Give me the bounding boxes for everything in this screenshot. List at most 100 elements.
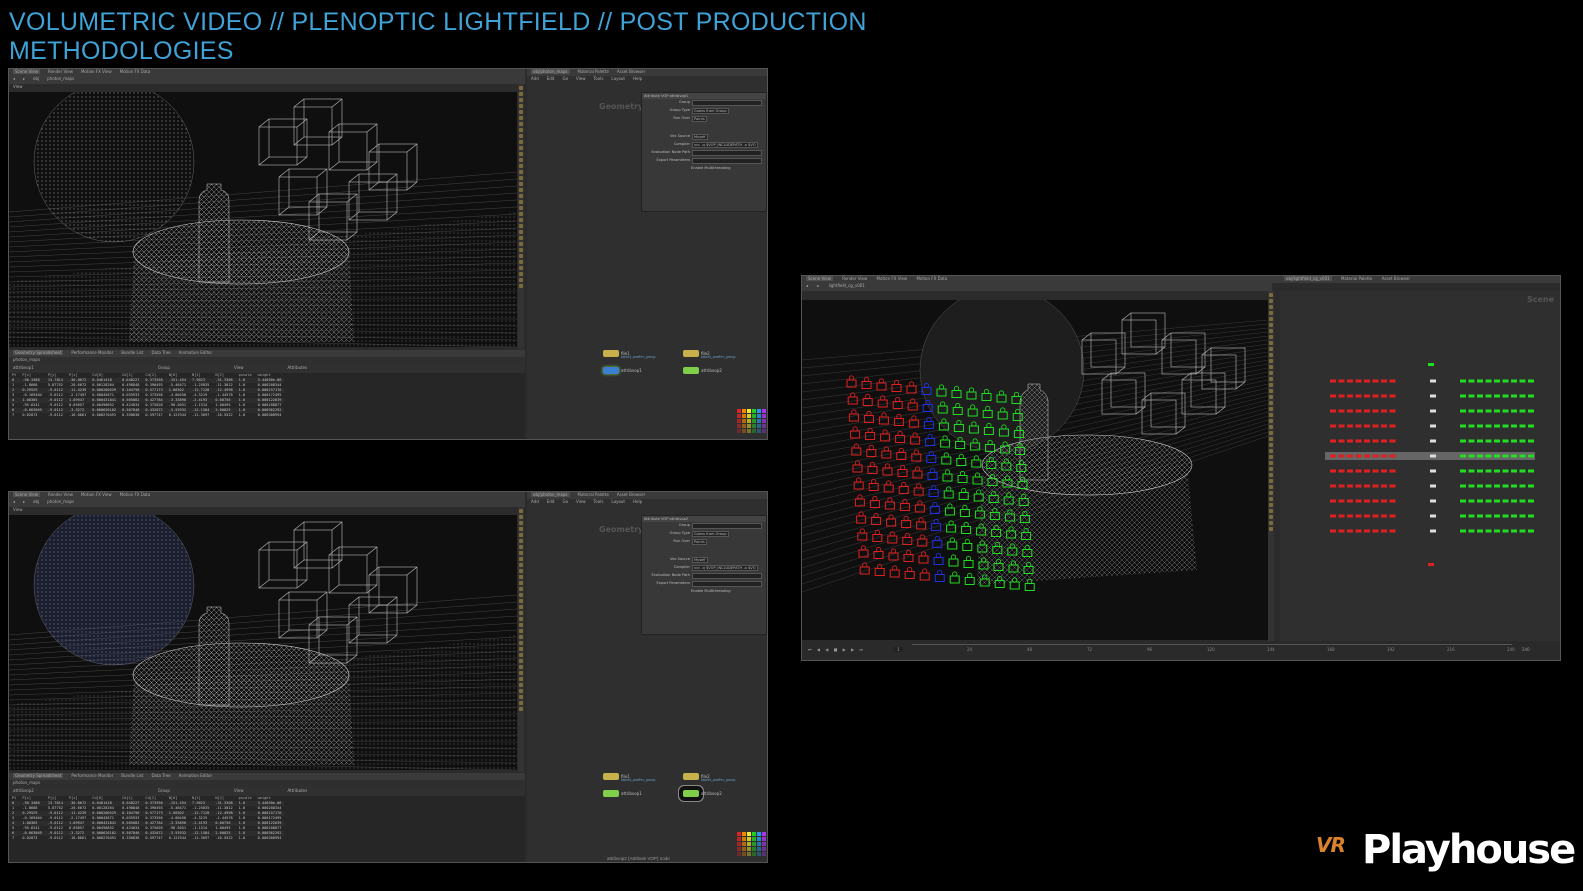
tool-icon[interactable] (519, 599, 523, 603)
palette-swatch[interactable] (762, 842, 766, 846)
tool-icon[interactable] (519, 527, 523, 531)
palette-swatch[interactable] (752, 409, 756, 413)
table-row[interactable]: 7 0.02073 -9.0112 -16.0661 0.000270491 0.3508… (9, 413, 284, 418)
palette-swatch[interactable] (752, 419, 756, 423)
tool-icon[interactable] (519, 206, 523, 210)
tool-icon[interactable] (519, 212, 523, 216)
scene-viewport[interactable] (9, 515, 517, 770)
tool-icon[interactable] (1269, 377, 1273, 381)
tool-icon[interactable] (519, 188, 523, 192)
palette-swatch[interactable] (742, 429, 746, 433)
tab-material-palette[interactable]: Material Palette (1341, 276, 1372, 281)
node-file2[interactable]: file2 tablet_proffer_group (683, 350, 736, 359)
tool-icon[interactable] (519, 545, 523, 549)
forward-arrow-icon[interactable]: ▸ (23, 499, 25, 504)
current-frame[interactable]: 1 (894, 647, 903, 652)
scene-viewport[interactable] (9, 92, 517, 347)
palette-swatch[interactable] (742, 414, 746, 418)
tab-asset-browser[interactable]: Asset Browser (1382, 276, 1410, 281)
tool-icon[interactable] (519, 641, 523, 645)
tool-icon[interactable] (519, 689, 523, 693)
palette-swatch[interactable] (742, 847, 746, 851)
palette-swatch[interactable] (757, 429, 761, 433)
tool-icon[interactable] (1269, 497, 1273, 501)
tab-network[interactable]: obj/photon_maps (531, 492, 570, 497)
palette-swatch[interactable] (737, 414, 741, 418)
node-path-label[interactable]: photon_maps (47, 499, 74, 504)
tool-icon[interactable] (519, 581, 523, 585)
tool-icon[interactable] (519, 152, 523, 156)
tool-icon[interactable] (1269, 401, 1273, 405)
tab-performance-monitor[interactable]: Performance Monitor (71, 773, 113, 778)
tab-motion-fx-data[interactable]: Motion FX Data (120, 492, 151, 497)
scene-viewport[interactable] (802, 300, 1268, 640)
tool-icon[interactable] (1269, 353, 1273, 357)
palette-swatch[interactable] (752, 429, 756, 433)
palette-swatch[interactable] (752, 414, 756, 418)
tool-icon[interactable] (1269, 293, 1273, 297)
tool-icon[interactable] (519, 521, 523, 525)
palette-swatch[interactable] (742, 842, 746, 846)
node-attribvop2[interactable]: attribvop2 (683, 790, 722, 797)
tool-icon[interactable] (519, 200, 523, 204)
tab-scene-view[interactable]: Scene View (13, 69, 40, 74)
parameter-field[interactable]: Points (692, 116, 707, 122)
palette-swatch[interactable] (762, 837, 766, 841)
tab-motion-fx-view[interactable]: Motion FX View (81, 69, 112, 74)
palette-swatch[interactable] (752, 424, 756, 428)
palette-swatch[interactable] (737, 847, 741, 851)
tool-icon[interactable] (519, 659, 523, 663)
tool-icon[interactable] (519, 683, 523, 687)
palette-swatch[interactable] (747, 409, 751, 413)
palette-swatch[interactable] (747, 424, 751, 428)
palette-swatch[interactable] (737, 429, 741, 433)
tool-icon[interactable] (519, 647, 523, 651)
palette-swatch[interactable] (757, 832, 761, 836)
tool-icon[interactable] (519, 128, 523, 132)
tab-data-tree[interactable]: Data Tree (151, 773, 170, 778)
tool-icon[interactable] (1269, 359, 1273, 363)
geometry-spreadsheet[interactable]: Pt P[x] P[y] P[z] Cd[0] Cd[1] Cd[2] N[0] N[1] N[2… (9, 373, 525, 439)
tool-icon[interactable] (519, 617, 523, 621)
parameter-field[interactable]: Enable Multithreading (690, 589, 732, 593)
tab-animation-editor[interactable]: Animation Editor (179, 773, 213, 778)
palette-swatch[interactable] (747, 419, 751, 423)
tool-icon[interactable] (519, 260, 523, 264)
parameter-field[interactable]: Points (692, 539, 707, 545)
tab-asset-browser[interactable]: Asset Browser (617, 69, 645, 74)
tool-icon[interactable] (1269, 509, 1273, 513)
tool-icon[interactable] (519, 551, 523, 555)
forward-arrow-icon[interactable]: ▸ (23, 76, 25, 81)
tool-icon[interactable] (519, 623, 523, 627)
tab-material-palette[interactable]: Material Palette (578, 492, 609, 497)
tool-icon[interactable] (519, 278, 523, 282)
tool-icon[interactable] (519, 707, 523, 711)
tool-icon[interactable] (1269, 365, 1273, 369)
tool-icon[interactable] (519, 140, 523, 144)
menu-go[interactable]: Go (563, 76, 569, 81)
tab-network[interactable]: obj/photon_maps (531, 69, 570, 74)
node-attribvop1[interactable]: attribvop1 (603, 790, 642, 797)
tool-icon[interactable] (1269, 341, 1273, 345)
tool-icon[interactable] (519, 557, 523, 561)
menu-edit[interactable]: Edit (547, 499, 555, 504)
end-frame[interactable]: 240 (1522, 647, 1530, 652)
tool-icon[interactable] (519, 122, 523, 126)
tool-icon[interactable] (1269, 395, 1273, 399)
tool-icon[interactable] (519, 116, 523, 120)
menu-tools[interactable]: Tools (594, 499, 604, 504)
palette-swatch[interactable] (742, 852, 746, 856)
tool-icon[interactable] (1269, 299, 1273, 303)
palette-swatch[interactable] (742, 832, 746, 836)
tool-icon[interactable] (1269, 527, 1273, 531)
tool-icon[interactable] (519, 695, 523, 699)
palette-swatch[interactable] (752, 837, 756, 841)
tool-icon[interactable] (1269, 425, 1273, 429)
table-row[interactable]: 7 0.02073 -9.0112 -16.0661 0.000270491 0.3508… (9, 836, 284, 841)
palette-swatch[interactable] (737, 852, 741, 856)
parameter-field[interactable]: Guess from Group (692, 108, 729, 114)
palette-swatch[interactable] (737, 409, 741, 413)
menu-tools[interactable]: Tools (594, 76, 604, 81)
menu-go[interactable]: Go (563, 499, 569, 504)
palette-swatch[interactable] (747, 852, 751, 856)
